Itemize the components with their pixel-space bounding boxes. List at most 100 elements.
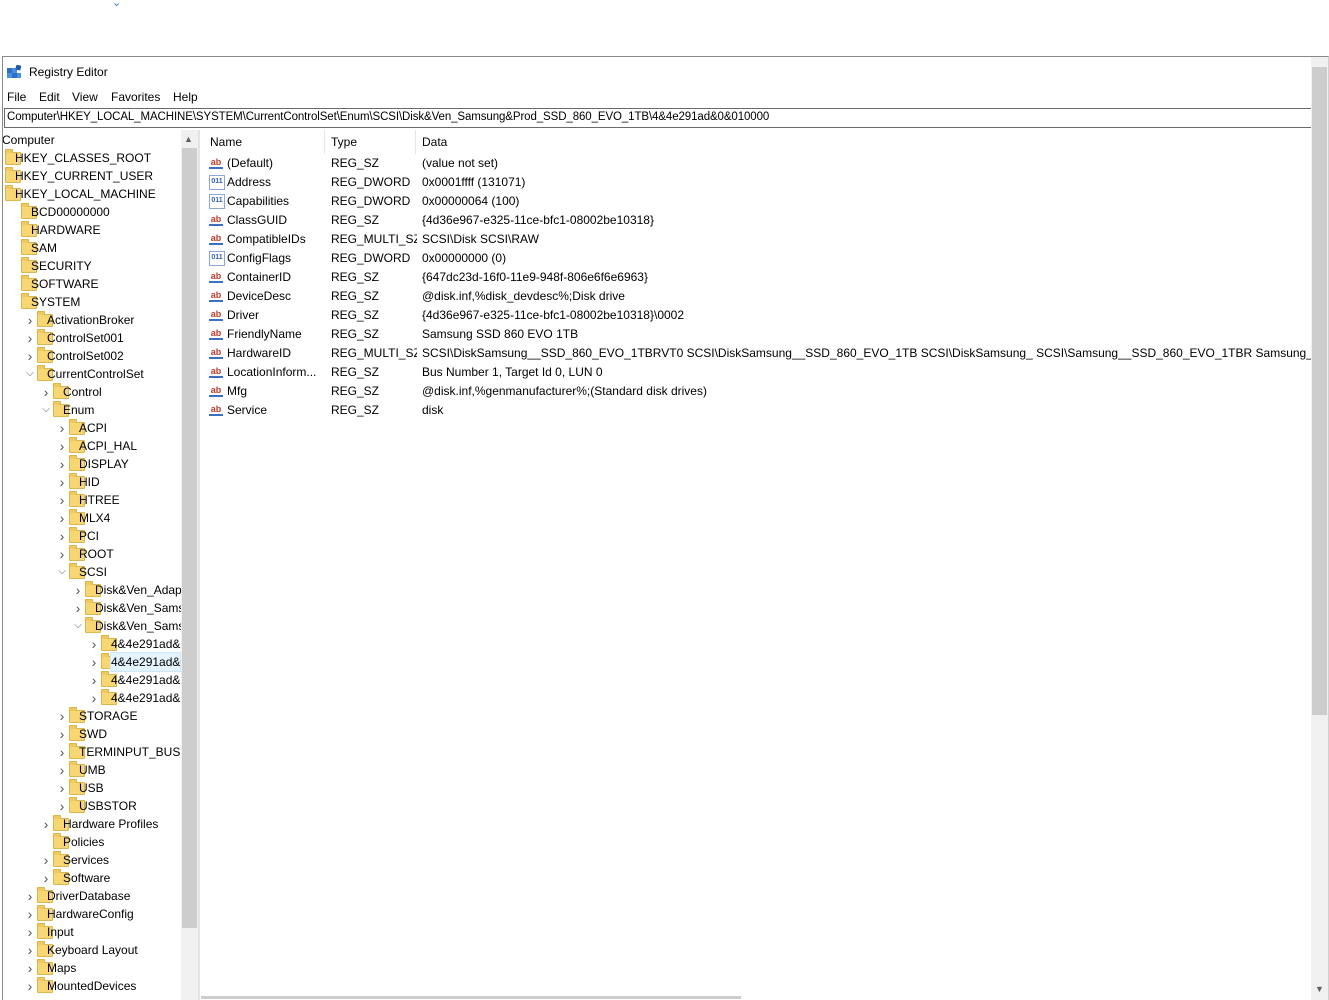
tree-item[interactable]: › HID bbox=[3, 473, 183, 491]
value-row[interactable]: ab Driver REG_SZ {4d36e967-e325-11ce-bfc1-0… bbox=[204, 306, 1311, 325]
chevron-right-icon[interactable]: › bbox=[25, 923, 35, 941]
tree-item[interactable]: › MountedDevices bbox=[3, 977, 183, 995]
chevron-right-icon[interactable]: › bbox=[57, 761, 67, 779]
menu-file[interactable]: File bbox=[7, 90, 26, 104]
chevron-right-icon[interactable]: › bbox=[89, 671, 99, 689]
tree-item[interactable]: SYSTEM bbox=[3, 293, 183, 311]
tree-item[interactable]: SAM bbox=[3, 239, 183, 257]
chevron-right-icon[interactable]: › bbox=[25, 905, 35, 923]
chevron-right-icon[interactable]: › bbox=[57, 707, 67, 725]
chevron-right-icon[interactable]: › bbox=[41, 851, 51, 869]
tree-item[interactable]: › ROOT bbox=[3, 545, 183, 563]
chevron-right-icon[interactable]: › bbox=[57, 797, 67, 815]
value-row[interactable]: ab (Default) REG_SZ (value not set) bbox=[204, 154, 1311, 173]
chevron-right-icon[interactable]: › bbox=[73, 581, 83, 599]
values-vertical-scrollbar[interactable]: ▼ bbox=[1311, 57, 1328, 1000]
tree-item[interactable]: › 4&4e291ad& bbox=[3, 635, 183, 653]
chevron-right-icon[interactable]: › bbox=[41, 815, 51, 833]
chevron-right-icon[interactable]: › bbox=[57, 419, 67, 437]
chevron-right-icon[interactable]: › bbox=[57, 455, 67, 473]
tree-item[interactable]: › Control bbox=[3, 383, 183, 401]
address-bar[interactable]: Computer\HKEY_LOCAL_MACHINE\SYSTEM\Curre… bbox=[4, 108, 1312, 128]
value-row[interactable]: ab DeviceDesc REG_SZ @disk.inf,%disk_devdes… bbox=[204, 287, 1311, 306]
tree-item[interactable]: HKEY_CURRENT_USER bbox=[3, 167, 183, 185]
chevron-down-icon[interactable]: ⌵ bbox=[73, 617, 83, 635]
key-tree-pane[interactable]: Computer HKEY_CLASSES_ROOT HKEY_CURRENT_US… bbox=[3, 130, 199, 1000]
tree-item[interactable]: › MLX4 bbox=[3, 509, 183, 527]
tree-item[interactable]: ⌵ SCSI bbox=[3, 563, 183, 581]
chevron-right-icon[interactable]: › bbox=[73, 599, 83, 617]
tree-item[interactable]: › Disk&Ven_Adap bbox=[3, 581, 183, 599]
tree-item[interactable]: HARDWARE bbox=[3, 221, 183, 239]
tree-item[interactable]: › Services bbox=[3, 851, 183, 869]
value-row[interactable]: ab HardwareID REG_MULTI_SZ SCSI\DiskSamsung… bbox=[204, 344, 1311, 363]
chevron-right-icon[interactable]: › bbox=[25, 941, 35, 959]
tree-item[interactable]: › 4&4e291ad& bbox=[3, 671, 183, 689]
tree-item[interactable]: › HardwareConfig bbox=[3, 905, 183, 923]
tree-item[interactable]: › Input bbox=[3, 923, 183, 941]
chevron-right-icon[interactable]: › bbox=[57, 725, 67, 743]
tree-item[interactable]: › UMB bbox=[3, 761, 183, 779]
chevron-right-icon[interactable]: › bbox=[57, 437, 67, 455]
title-bar[interactable]: Registry Editor bbox=[3, 57, 1328, 87]
tree-item[interactable]: HKEY_CLASSES_ROOT bbox=[3, 149, 183, 167]
chevron-right-icon[interactable]: › bbox=[25, 311, 35, 329]
chevron-right-icon[interactable]: › bbox=[89, 689, 99, 707]
scroll-up-arrow-icon[interactable]: ▲ bbox=[184, 134, 193, 144]
chevron-right-icon[interactable]: › bbox=[57, 509, 67, 527]
tree-item[interactable]: ⌵ CurrentControlSet bbox=[3, 365, 183, 383]
menu-edit[interactable]: Edit bbox=[39, 90, 60, 104]
tree-item[interactable]: › DISPLAY bbox=[3, 455, 183, 473]
value-row[interactable]: 011 ConfigFlags REG_DWORD 0x00000000 (0) bbox=[204, 249, 1311, 268]
value-row[interactable]: 011 Address REG_DWORD 0x0001ffff (131071) bbox=[204, 173, 1311, 192]
chevron-right-icon[interactable]: › bbox=[25, 329, 35, 347]
menu-favorites[interactable]: Favorites bbox=[111, 90, 160, 104]
tree-item[interactable]: ⌵ Disk&Ven_Sams bbox=[3, 617, 184, 635]
menu-help[interactable]: Help bbox=[173, 90, 198, 104]
chevron-right-icon[interactable]: › bbox=[89, 635, 99, 653]
value-row[interactable]: ab CompatibleIDs REG_MULTI_SZ SCSI\Disk SCS… bbox=[204, 230, 1311, 249]
tree-item[interactable]: › ACPI_HAL bbox=[3, 437, 183, 455]
menu-view[interactable]: View bbox=[72, 90, 98, 104]
tree-item[interactable]: › TERMINPUT_BUS bbox=[3, 743, 183, 761]
tree-item[interactable]: › Maps bbox=[3, 959, 183, 977]
tree-item[interactable]: › HTREE bbox=[3, 491, 183, 509]
chevron-down-icon[interactable]: ⌵ bbox=[25, 365, 35, 383]
tree-item[interactable]: › ACPI bbox=[3, 419, 183, 437]
tree-vertical-scrollbar[interactable]: ▲ bbox=[181, 130, 198, 1000]
value-row[interactable]: ab LocationInform... REG_SZ Bus Number 1, T… bbox=[204, 363, 1311, 382]
value-row[interactable]: ab Service REG_SZ disk bbox=[204, 401, 1311, 420]
chevron-right-icon[interactable]: › bbox=[41, 869, 51, 887]
tree-item[interactable]: SOFTWARE bbox=[3, 275, 183, 293]
tree-item[interactable]: › STORAGE bbox=[3, 707, 183, 725]
tree-item[interactable]: › Keyboard Layout bbox=[3, 941, 183, 959]
tree-item[interactable]: › Hardware Profiles bbox=[3, 815, 183, 833]
column-header-name[interactable]: Name bbox=[204, 130, 325, 154]
tree-item[interactable]: › DriverDatabase bbox=[3, 887, 183, 905]
chevron-right-icon[interactable]: › bbox=[57, 545, 67, 563]
tree-item[interactable]: › 4&4e291ad& bbox=[3, 652, 183, 672]
tree-item[interactable]: › SWD bbox=[3, 725, 183, 743]
column-header-type[interactable]: Type bbox=[325, 130, 416, 154]
tree-item[interactable]: ⌵ Enum bbox=[3, 401, 183, 419]
chevron-right-icon[interactable]: › bbox=[41, 383, 51, 401]
tree-item[interactable]: › PCI bbox=[3, 527, 183, 545]
tree-item[interactable]: › Disk&Ven_Sams bbox=[3, 599, 184, 617]
tree-item[interactable]: Computer bbox=[3, 131, 183, 149]
chevron-right-icon[interactable]: › bbox=[57, 491, 67, 509]
tree-item[interactable]: › ControlSet002 bbox=[3, 347, 183, 365]
chevron-right-icon[interactable]: › bbox=[25, 347, 35, 365]
tree-item[interactable]: › ControlSet001 bbox=[3, 329, 183, 347]
address-path[interactable]: Computer\HKEY_LOCAL_MACHINE\SYSTEM\Curre… bbox=[7, 111, 769, 123]
chevron-right-icon[interactable]: › bbox=[57, 527, 67, 545]
values-list-pane[interactable]: Name Type Data ab (Default) REG_SZ (value n… bbox=[204, 130, 1311, 1000]
value-row[interactable]: ab Mfg REG_SZ @disk.inf,%genmanufacturer%;(… bbox=[204, 382, 1311, 401]
tree-item[interactable]: HKEY_LOCAL_MACHINE bbox=[3, 185, 183, 203]
chevron-right-icon[interactable]: › bbox=[57, 743, 67, 761]
scroll-down-arrow-icon[interactable]: ▼ bbox=[1315, 984, 1324, 994]
value-row[interactable]: ab FriendlyName REG_SZ Samsung SSD 860 EVO … bbox=[204, 325, 1311, 344]
value-row[interactable]: ab ClassGUID REG_SZ {4d36e967-e325-11ce-bfc… bbox=[204, 211, 1311, 230]
chevron-right-icon[interactable]: › bbox=[57, 473, 67, 491]
tree-scroll-thumb[interactable] bbox=[182, 148, 197, 928]
tree-item[interactable]: SECURITY bbox=[3, 257, 183, 275]
